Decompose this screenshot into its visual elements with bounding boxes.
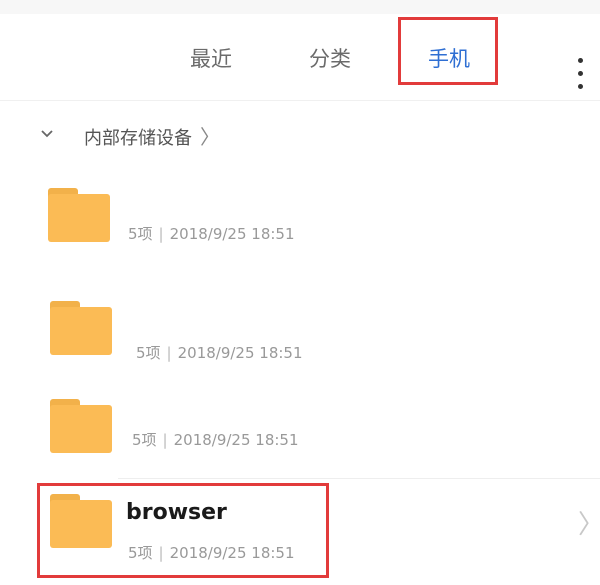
tab-recent[interactable]: 最近 bbox=[190, 46, 232, 72]
chevron-right-icon: 〉 bbox=[200, 125, 220, 149]
tab-bar: 最近 分类 手机 bbox=[0, 14, 600, 101]
folder-icon bbox=[48, 188, 110, 242]
breadcrumb[interactable]: 内部存储设备 〉 bbox=[40, 122, 220, 152]
list-item[interactable]: 5项 | 2018/9/25 18:51 bbox=[0, 395, 600, 475]
status-bar-strip bbox=[0, 0, 600, 14]
list-item[interactable]: 5项 | 2018/9/25 18:51 bbox=[0, 298, 600, 378]
divider bbox=[118, 478, 600, 479]
folder-icon bbox=[50, 399, 112, 453]
list-item[interactable]: 5项 | 2018/9/25 18:51 bbox=[0, 185, 600, 265]
breadcrumb-label: 内部存储设备 bbox=[84, 128, 192, 149]
folder-icon bbox=[50, 301, 112, 355]
row-highlight-box bbox=[37, 483, 329, 578]
folder-meta: 5项 | 2018/9/25 18:51 bbox=[128, 225, 295, 243]
folder-meta: 5项 | 2018/9/25 18:51 bbox=[136, 344, 303, 362]
chevron-right-icon[interactable]: 〉 bbox=[578, 512, 600, 538]
more-options-icon[interactable] bbox=[576, 56, 586, 92]
tab-category[interactable]: 分类 bbox=[309, 46, 351, 72]
tab-highlight-box bbox=[398, 17, 498, 85]
folder-meta: 5项 | 2018/9/25 18:51 bbox=[132, 431, 299, 449]
chevron-down-icon bbox=[41, 130, 53, 138]
